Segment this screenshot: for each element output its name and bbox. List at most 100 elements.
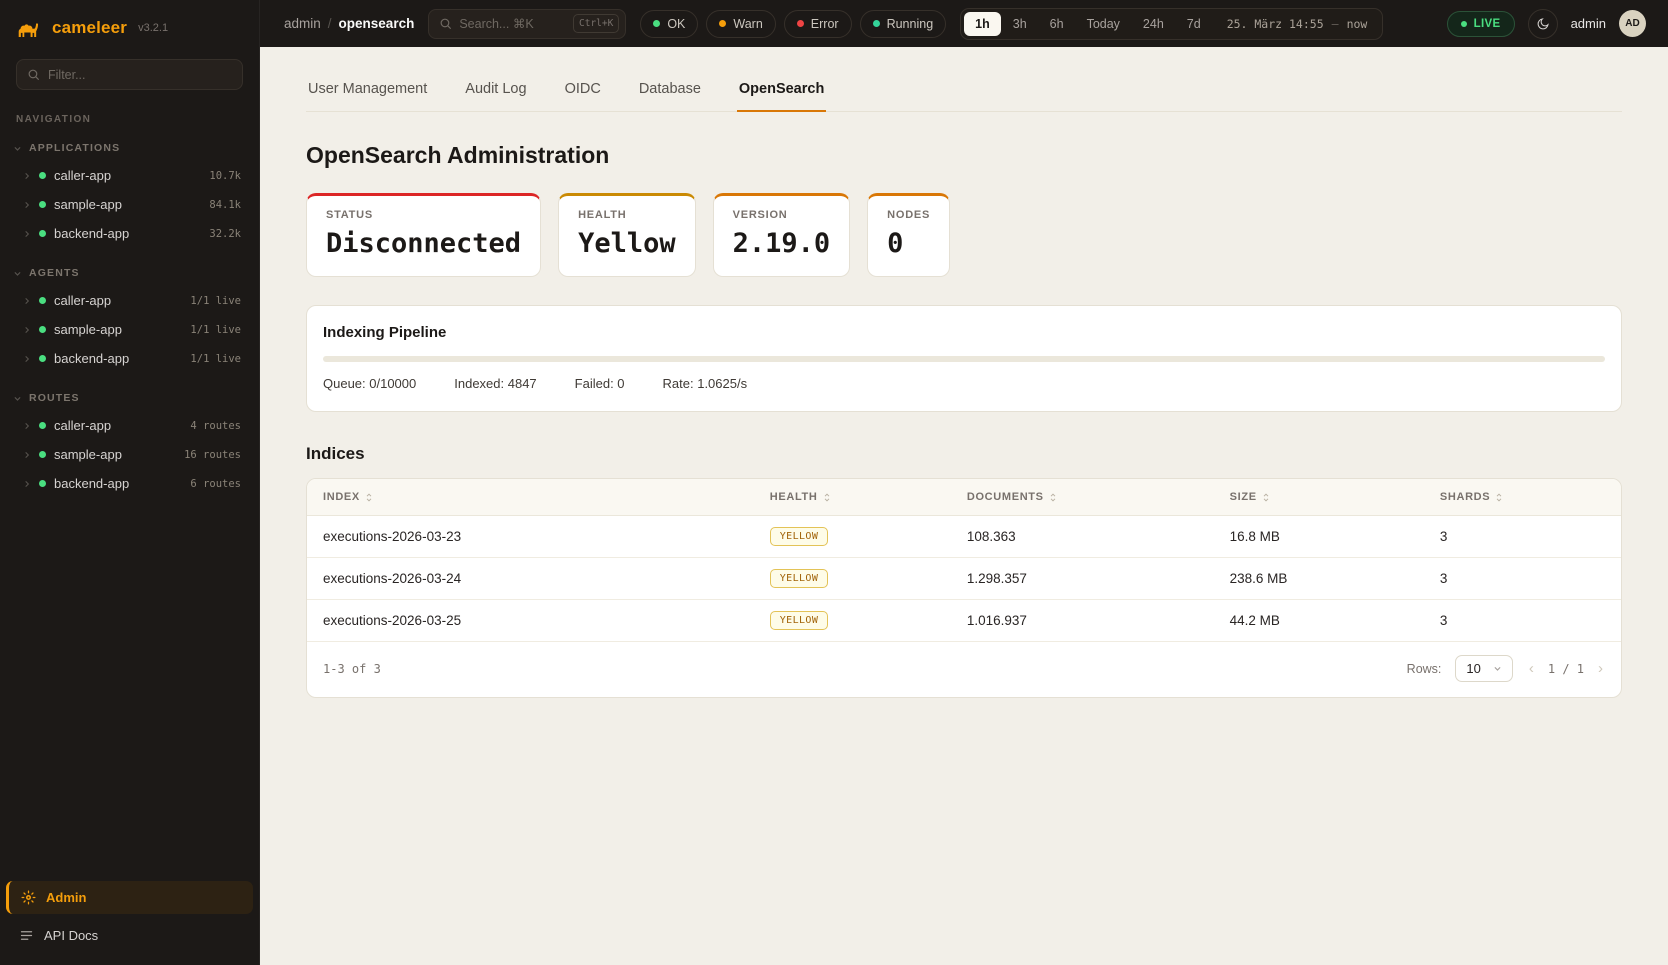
tab-opensearch[interactable]: OpenSearch [737, 71, 826, 112]
size-cell: 16.8 MB [1214, 516, 1424, 558]
date-range-start: 25. März 14:55 [1227, 17, 1324, 31]
time-range-today[interactable]: Today [1076, 12, 1131, 36]
health-badge: YELLOW [770, 527, 829, 546]
chevron-down-icon [13, 144, 22, 153]
stat-cards: STATUS Disconnected HEALTH Yellow VERSIO… [306, 193, 1622, 277]
health-badge: YELLOW [770, 611, 829, 630]
indices-title: Indices [306, 444, 1622, 464]
avatar[interactable]: AD [1619, 10, 1646, 37]
error-dot-icon [797, 20, 804, 27]
date-range-display[interactable]: 25. März 14:55 — now [1213, 17, 1380, 31]
sidebar-item-route-backend[interactable]: backend-app 6 routes [0, 469, 259, 498]
nodes-value: 0 [887, 228, 930, 259]
stat-card-version: VERSION 2.19.0 [713, 193, 851, 277]
time-range-1h[interactable]: 1h [964, 12, 1001, 36]
section-header-applications[interactable]: APPLICATIONS [0, 137, 259, 161]
table-row[interactable]: executions-2026-03-23 YELLOW 108.363 16.… [307, 516, 1621, 558]
rows-per-page-select[interactable]: 10 [1455, 655, 1512, 682]
page-indicator: 1 / 1 [1548, 662, 1584, 676]
column-header-health[interactable]: HEALTH [754, 479, 951, 516]
column-header-index[interactable]: INDEX [307, 479, 754, 516]
filter-error-button[interactable]: Error [784, 10, 852, 38]
indices-table: INDEX HEALTH DOCUMENTS SIZE [307, 479, 1621, 642]
prev-page-button[interactable]: ‹ [1527, 660, 1536, 677]
search-icon [439, 17, 452, 30]
app-root: cameleer v3.2.1 NAVIGATION APPLICATIONS … [0, 0, 1668, 965]
pipeline-failed: Failed: 0 [575, 376, 625, 391]
documents-cell: 1.298.357 [951, 558, 1214, 600]
routes-badge: 6 routes [190, 478, 241, 490]
pipeline-queue: Queue: 0/10000 [323, 376, 416, 391]
time-range-3h[interactable]: 3h [1002, 12, 1038, 36]
shortcut-badge: Ctrl+K [573, 14, 619, 33]
column-header-shards[interactable]: SHARDS [1424, 479, 1621, 516]
sidebar-item-agent-sample[interactable]: sample-app 1/1 live [0, 315, 259, 344]
sidebar-item-app-backend[interactable]: backend-app 32.2k [0, 219, 259, 248]
tab-user-management[interactable]: User Management [306, 71, 429, 112]
tab-audit-log[interactable]: Audit Log [463, 71, 528, 112]
time-range-6h[interactable]: 6h [1039, 12, 1075, 36]
status-dot [39, 422, 46, 429]
filter-running-button[interactable]: Running [860, 10, 947, 38]
top-bar-right: LIVE admin AD [1447, 9, 1646, 39]
status-dot [39, 172, 46, 179]
status-value: Disconnected [326, 228, 521, 259]
index-name-cell: executions-2026-03-23 [307, 516, 754, 558]
date-range-separator: — [1332, 17, 1339, 31]
breadcrumb-admin[interactable]: admin [284, 16, 321, 31]
column-header-size[interactable]: SIZE [1214, 479, 1424, 516]
filter-ok-button[interactable]: OK [640, 10, 698, 38]
indices-table-card: INDEX HEALTH DOCUMENTS SIZE [306, 478, 1622, 698]
user-name[interactable]: admin [1571, 16, 1606, 31]
chevron-right-icon [23, 326, 31, 334]
nav-section-agents: AGENTS caller-app 1/1 live sample-app 1/… [0, 262, 259, 373]
sidebar-item-route-sample[interactable]: sample-app 16 routes [0, 440, 259, 469]
sidebar-item-admin[interactable]: Admin [6, 881, 253, 914]
sidebar-item-app-sample[interactable]: sample-app 84.1k [0, 190, 259, 219]
live-badge: 1/1 live [190, 353, 241, 365]
time-range-7d[interactable]: 7d [1176, 12, 1212, 36]
indexing-pipeline-card: Indexing Pipeline Queue: 0/10000 Indexed… [306, 305, 1622, 412]
tab-database[interactable]: Database [637, 71, 703, 112]
sidebar-item-route-caller[interactable]: caller-app 4 routes [0, 411, 259, 440]
status-dot [39, 480, 46, 487]
next-page-button[interactable]: › [1596, 660, 1605, 677]
column-header-documents[interactable]: DOCUMENTS [951, 479, 1214, 516]
app-logo[interactable]: cameleer v3.2.1 [0, 0, 259, 51]
status-dot [39, 201, 46, 208]
filter-input[interactable] [48, 68, 232, 82]
live-dot-icon [1461, 21, 1467, 27]
sidebar-item-app-caller[interactable]: caller-app 10.7k [0, 161, 259, 190]
chevron-right-icon [23, 172, 31, 180]
chevron-right-icon [23, 230, 31, 238]
section-header-agents[interactable]: AGENTS [0, 262, 259, 286]
cameleer-logo-icon [16, 17, 43, 39]
routes-badge: 4 routes [190, 420, 241, 432]
right-column: admin / opensearch Ctrl+K OK Warn [260, 0, 1668, 965]
chevron-right-icon [23, 355, 31, 363]
sidebar-item-api-docs[interactable]: API Docs [0, 918, 259, 953]
section-header-routes[interactable]: ROUTES [0, 387, 259, 411]
shards-cell: 3 [1424, 600, 1621, 642]
table-footer: 1-3 of 3 Rows: 10 ‹ 1 / 1 › [307, 642, 1621, 697]
tab-oidc[interactable]: OIDC [563, 71, 603, 112]
live-toggle-button[interactable]: LIVE [1447, 11, 1515, 37]
chevron-right-icon [23, 480, 31, 488]
sort-icon [1495, 492, 1503, 503]
sort-icon [1049, 492, 1057, 503]
table-row[interactable]: executions-2026-03-24 YELLOW 1.298.357 2… [307, 558, 1621, 600]
status-dot [39, 297, 46, 304]
sidebar-item-agent-caller[interactable]: caller-app 1/1 live [0, 286, 259, 315]
rows-per-page-label: Rows: [1407, 662, 1442, 676]
filter-warn-button[interactable]: Warn [706, 10, 775, 38]
theme-toggle-button[interactable] [1528, 9, 1558, 39]
pipeline-rate: Rate: 1.0625/s [663, 376, 748, 391]
time-range-24h[interactable]: 24h [1132, 12, 1175, 36]
sidebar-item-agent-backend[interactable]: backend-app 1/1 live [0, 344, 259, 373]
pipeline-stats: Queue: 0/10000 Indexed: 4847 Failed: 0 R… [323, 376, 1605, 391]
docs-icon [19, 928, 34, 943]
search-input[interactable] [459, 17, 566, 31]
health-badge: YELLOW [770, 569, 829, 588]
table-row[interactable]: executions-2026-03-25 YELLOW 1.016.937 4… [307, 600, 1621, 642]
moon-icon [1536, 17, 1550, 31]
